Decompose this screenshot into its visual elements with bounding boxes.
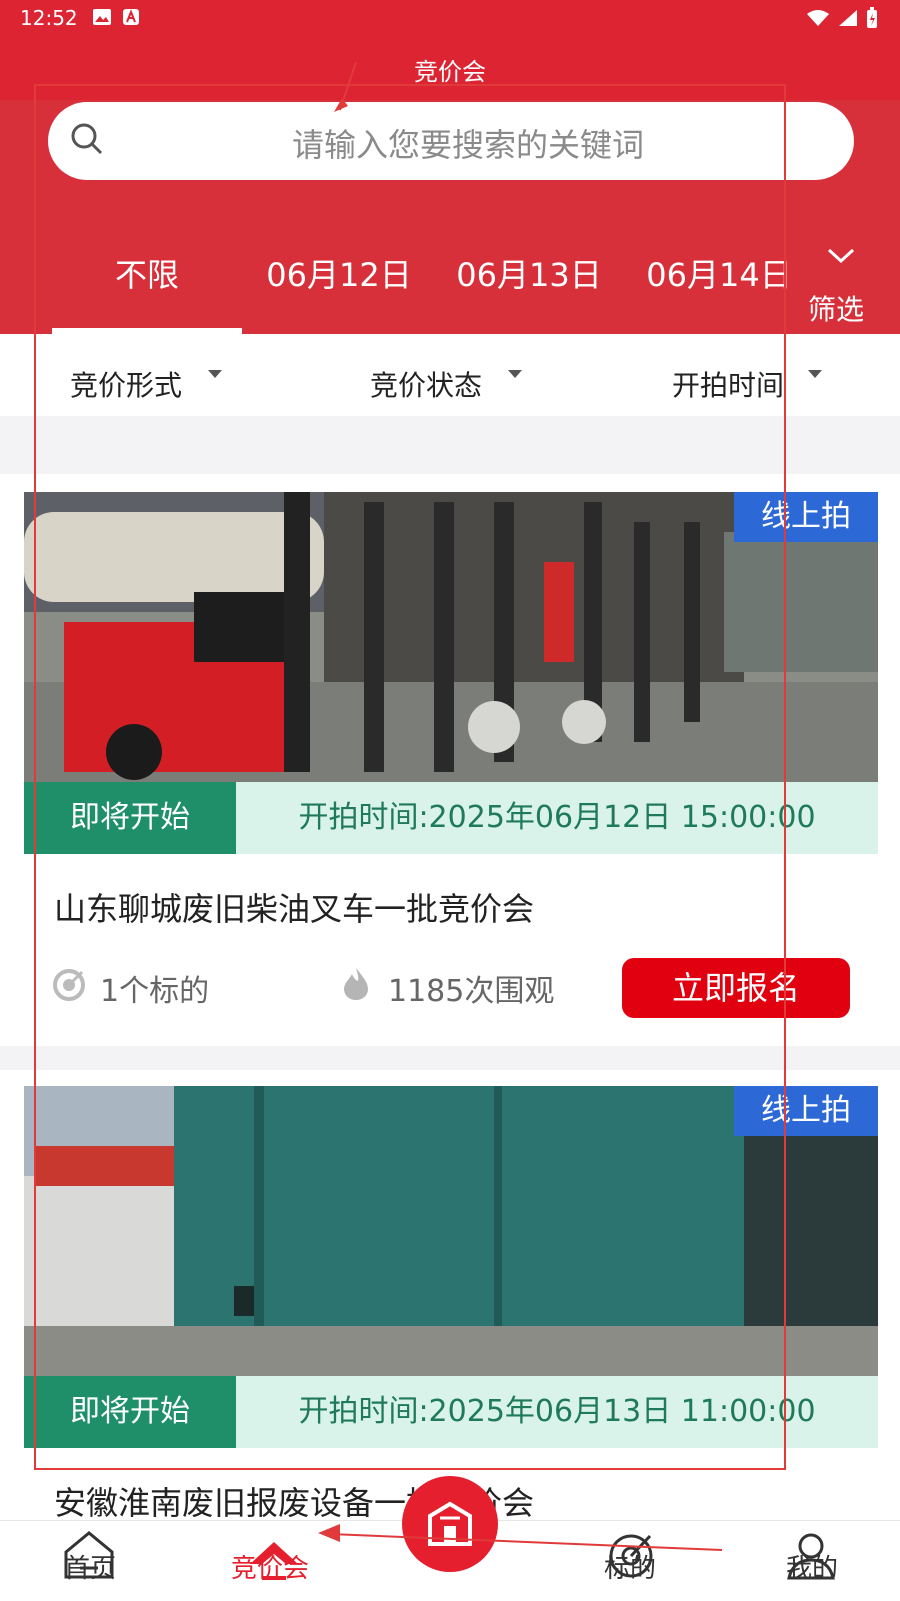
battery-icon bbox=[867, 7, 877, 28]
status-time: 12:52 bbox=[20, 6, 78, 30]
caret-down-icon bbox=[808, 370, 822, 378]
wifi-icon bbox=[807, 10, 829, 26]
nav-targets[interactable]: 标的 bbox=[570, 1548, 690, 1585]
card-separator bbox=[0, 1046, 900, 1070]
status-badge: 即将开始 bbox=[24, 1376, 236, 1448]
dropdown-bid-type[interactable]: 竞价形式 bbox=[70, 364, 182, 404]
building-icon bbox=[428, 1501, 472, 1546]
target-icon bbox=[53, 969, 85, 1001]
dropdown-bid-status[interactable]: 竞价状态 bbox=[370, 364, 482, 404]
tab-date-0613[interactable]: 06月13日 bbox=[434, 250, 624, 330]
view-count: 1185次围观 bbox=[388, 974, 555, 1009]
auction-start-time: 开拍时间:2025年06月13日 11:00:00 bbox=[236, 1376, 878, 1448]
nav-mine[interactable]: 我的 bbox=[752, 1548, 872, 1585]
status-badge: 即将开始 bbox=[24, 782, 236, 854]
online-auction-badge: 线上拍 bbox=[734, 1086, 878, 1136]
image-icon bbox=[93, 9, 111, 25]
tab-date-0614[interactable]: 06月14日 bbox=[624, 250, 814, 330]
chevron-down-icon[interactable] bbox=[826, 246, 856, 266]
section-gap bbox=[0, 416, 900, 474]
nav-auction[interactable]: 竞价会 bbox=[210, 1548, 330, 1585]
filter-dropdown-row: 竞价形式 竞价状态 开拍时间 bbox=[0, 334, 900, 416]
app-notification-icon bbox=[123, 9, 139, 25]
page-title: 竞价会 bbox=[414, 58, 486, 86]
online-auction-badge: 线上拍 bbox=[734, 492, 878, 542]
filter-button[interactable]: 筛选 bbox=[808, 288, 864, 328]
status-notification-icons bbox=[92, 8, 140, 26]
flame-icon bbox=[344, 968, 368, 1000]
signup-button[interactable]: 立即报名 bbox=[622, 958, 850, 1018]
caret-down-icon bbox=[508, 370, 522, 378]
search-placeholder: 请输入您要搜索的关键词 bbox=[291, 126, 644, 164]
auction-title[interactable]: 山东聊城废旧柴油叉车一批竞价会 bbox=[54, 884, 534, 930]
auction-start-time: 开拍时间:2025年06月12日 15:00:00 bbox=[236, 782, 878, 854]
caret-down-icon bbox=[208, 370, 222, 378]
signal-icon bbox=[839, 10, 857, 26]
tab-unlimited[interactable]: 不限 bbox=[52, 250, 242, 330]
nav-home[interactable]: 首页 bbox=[30, 1548, 150, 1585]
target-count: 1个标的 bbox=[100, 974, 210, 1009]
tab-date-0612[interactable]: 06月12日 bbox=[244, 250, 434, 330]
dropdown-start-time[interactable]: 开拍时间 bbox=[672, 364, 784, 404]
status-system-icons bbox=[806, 7, 878, 29]
